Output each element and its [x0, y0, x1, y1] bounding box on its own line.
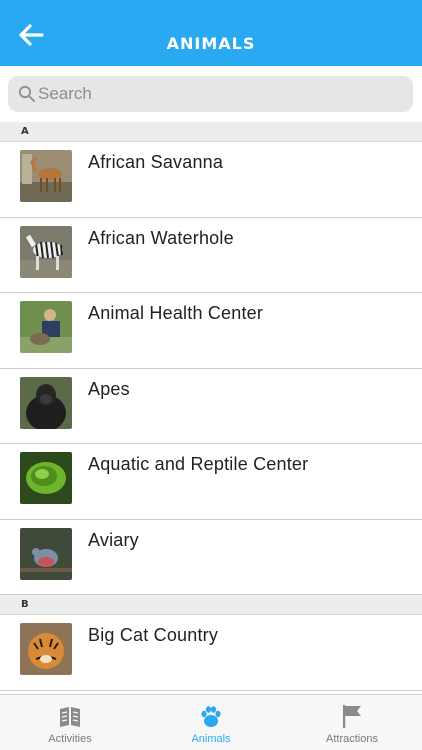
snake-thumbnail: [20, 452, 72, 504]
nav-header: ANIMALS: [0, 0, 422, 66]
search-field[interactable]: [8, 76, 413, 112]
zebra-thumbnail: [20, 225, 72, 278]
tab-bar: Activities Animals Attractions: [0, 694, 422, 750]
flag-icon: [343, 705, 361, 728]
list-item-label: Big Cat Country: [88, 625, 219, 645]
list-item-big-cat-country[interactable]: Big Cat Country: [0, 615, 422, 691]
gorilla-thumbnail: [20, 376, 72, 429]
vet-thumbnail: [20, 301, 72, 353]
section-header-b: B: [0, 595, 422, 615]
tab-label: Attractions: [326, 733, 378, 745]
tab-activities[interactable]: Activities: [0, 695, 140, 750]
list-item-aviary[interactable]: Aviary: [0, 519, 422, 595]
section-header-a: A: [0, 122, 422, 142]
tab-label: Animals: [191, 733, 231, 745]
list-item-label: Aquatic and Reptile Center: [88, 454, 309, 474]
list-item-animal-health-center[interactable]: Animal Health Center: [0, 293, 422, 369]
tab-animals[interactable]: Animals: [141, 695, 281, 750]
paw-icon: [201, 706, 221, 727]
tab-attractions[interactable]: Attractions: [282, 695, 422, 750]
search-input[interactable]: [38, 76, 398, 112]
search-icon: [18, 85, 35, 102]
antelope-thumbnail: [20, 150, 72, 202]
list-item-african-waterhole[interactable]: African Waterhole: [0, 217, 422, 293]
animal-list: A African Savanna African Waterhole Anim…: [0, 122, 422, 694]
list-item-label: African Waterhole: [88, 227, 234, 248]
book-icon: [60, 707, 80, 727]
list-item-label: African Savanna: [88, 152, 224, 172]
list-item-label: Apes: [88, 378, 130, 399]
page-title: ANIMALS: [166, 34, 256, 53]
list-item-african-savanna[interactable]: African Savanna: [0, 142, 422, 218]
list-item-aquatic-and-reptile-center[interactable]: Aquatic and Reptile Center: [0, 444, 422, 520]
bird-thumbnail: [20, 527, 72, 580]
list-item-apes[interactable]: Apes: [0, 368, 422, 444]
list-item-label: Aviary: [88, 529, 139, 550]
search-bar: [0, 66, 422, 122]
app-screen: ANIMALS A: [0, 0, 422, 750]
tab-label: Activities: [48, 733, 92, 745]
list-item-label: Animal Health Center: [88, 303, 264, 323]
tiger-thumbnail: [20, 623, 72, 675]
